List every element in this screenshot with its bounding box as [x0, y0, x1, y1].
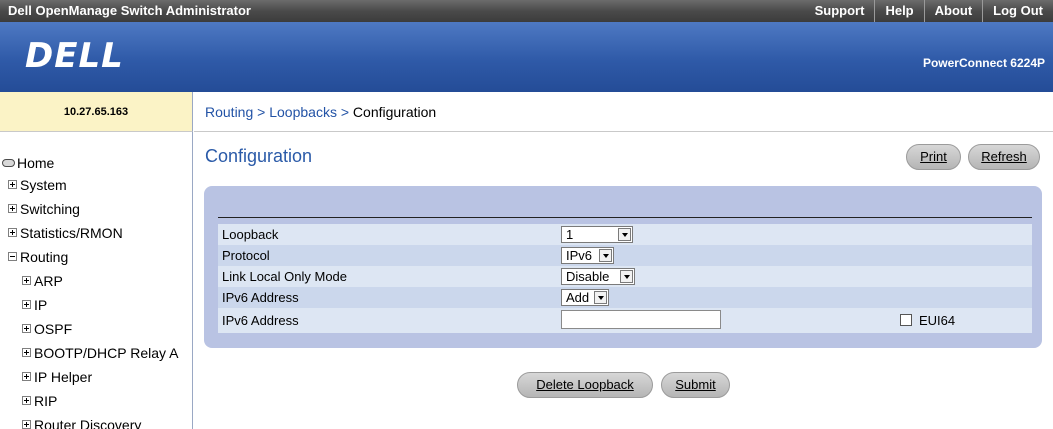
breadcrumb-separator: >: [257, 104, 266, 120]
breadcrumb-routing[interactable]: Routing: [205, 104, 253, 120]
logout-link[interactable]: Log Out: [982, 0, 1053, 22]
breadcrumb-current: Configuration: [352, 104, 437, 120]
chevron-down-icon[interactable]: [594, 291, 607, 304]
nav-item-ip-helper[interactable]: IP Helper: [22, 369, 92, 385]
eui64-label: EUI64: [919, 313, 956, 328]
link-local-select[interactable]: Disable: [561, 268, 635, 285]
protocol-row: Protocol IPv6: [218, 245, 1032, 266]
nav-item-arp[interactable]: ARP: [22, 273, 63, 289]
device-ip: 10.27.65.163: [0, 92, 193, 132]
delete-loopback-button[interactable]: Delete Loopback: [517, 372, 653, 398]
nav-item-ospf[interactable]: OSPF: [22, 321, 72, 337]
help-link[interactable]: Help: [874, 0, 923, 22]
dell-logo: DELL: [25, 36, 124, 76]
chevron-down-icon[interactable]: [618, 228, 631, 241]
panel-divider: [218, 217, 1032, 218]
expand-plus-icon[interactable]: [22, 348, 31, 357]
ipv6-address-label: IPv6 Address: [222, 313, 299, 328]
protocol-select[interactable]: IPv6: [561, 247, 614, 264]
nav-item-router-discovery[interactable]: Router Discovery: [22, 417, 141, 429]
loopback-select[interactable]: 1: [561, 226, 633, 243]
breadcrumb-separator: >: [340, 104, 350, 120]
refresh-button[interactable]: Refresh: [968, 144, 1040, 170]
nav-item-ip[interactable]: IP: [22, 297, 47, 313]
eui64-checkbox[interactable]: [900, 314, 912, 326]
expand-plus-icon[interactable]: [8, 204, 17, 213]
expand-plus-icon[interactable]: [8, 180, 17, 189]
link-local-row: Link Local Only Mode Disable: [218, 266, 1032, 287]
ipv6-address-row: IPv6 Address EUI64: [218, 308, 1032, 333]
breadcrumb-loopbacks[interactable]: Loopbacks: [269, 104, 337, 120]
ipv6-action-row: IPv6 Address Add: [218, 287, 1032, 308]
ipv6-action-label: IPv6 Address: [222, 290, 299, 305]
expand-plus-icon[interactable]: [22, 372, 31, 381]
nav-item-system[interactable]: System: [8, 177, 67, 193]
page-title: Configuration: [205, 146, 313, 166]
brand-banner: DELL PowerConnect 6224P: [0, 22, 1053, 92]
expand-plus-icon[interactable]: [22, 396, 31, 405]
home-disk-icon: [2, 159, 15, 167]
ipv6-address-input[interactable]: [561, 310, 721, 329]
print-button[interactable]: Print: [906, 144, 961, 170]
top-bar: Dell OpenManage Switch Administrator Sup…: [0, 0, 1053, 22]
expand-plus-icon[interactable]: [8, 228, 17, 237]
app-title: Dell OpenManage Switch Administrator: [8, 3, 251, 18]
expand-plus-icon[interactable]: [22, 300, 31, 309]
link-local-label: Link Local Only Mode: [222, 269, 348, 284]
breadcrumb-bar: Routing > Loopbacks > Configuration: [194, 92, 1053, 132]
ipv6-action-select[interactable]: Add: [561, 289, 609, 306]
support-link[interactable]: Support: [805, 0, 875, 22]
nav-tree: Home System Switching Statistics/RMON Ro…: [0, 132, 193, 429]
protocol-label: Protocol: [222, 248, 270, 263]
chevron-down-icon[interactable]: [620, 270, 633, 283]
expand-plus-icon[interactable]: [22, 276, 31, 285]
nav-item-home[interactable]: Home: [2, 155, 54, 171]
breadcrumb: Routing > Loopbacks > Configuration: [205, 104, 436, 120]
loopback-label: Loopback: [222, 227, 279, 242]
nav-item-bootp-dhcp-relay[interactable]: BOOTP/DHCP Relay A: [22, 345, 178, 361]
nav-item-routing[interactable]: Routing: [8, 249, 68, 265]
collapse-minus-icon[interactable]: [8, 252, 17, 261]
top-links: Support Help About Log Out: [805, 0, 1053, 22]
expand-plus-icon[interactable]: [22, 324, 31, 333]
nav-item-switching[interactable]: Switching: [8, 201, 80, 217]
submit-button[interactable]: Submit: [661, 372, 730, 398]
nav-item-rip[interactable]: RIP: [22, 393, 57, 409]
switch-model: PowerConnect 6224P: [922, 56, 1045, 70]
about-link[interactable]: About: [923, 0, 983, 22]
chevron-down-icon[interactable]: [599, 249, 612, 262]
expand-plus-icon[interactable]: [22, 420, 31, 429]
nav-item-statistics-rmon[interactable]: Statistics/RMON: [8, 225, 123, 241]
config-panel: Loopback 1 Protocol IPv6 Link Local Only…: [204, 186, 1042, 348]
loopback-row: Loopback 1: [218, 224, 1032, 245]
